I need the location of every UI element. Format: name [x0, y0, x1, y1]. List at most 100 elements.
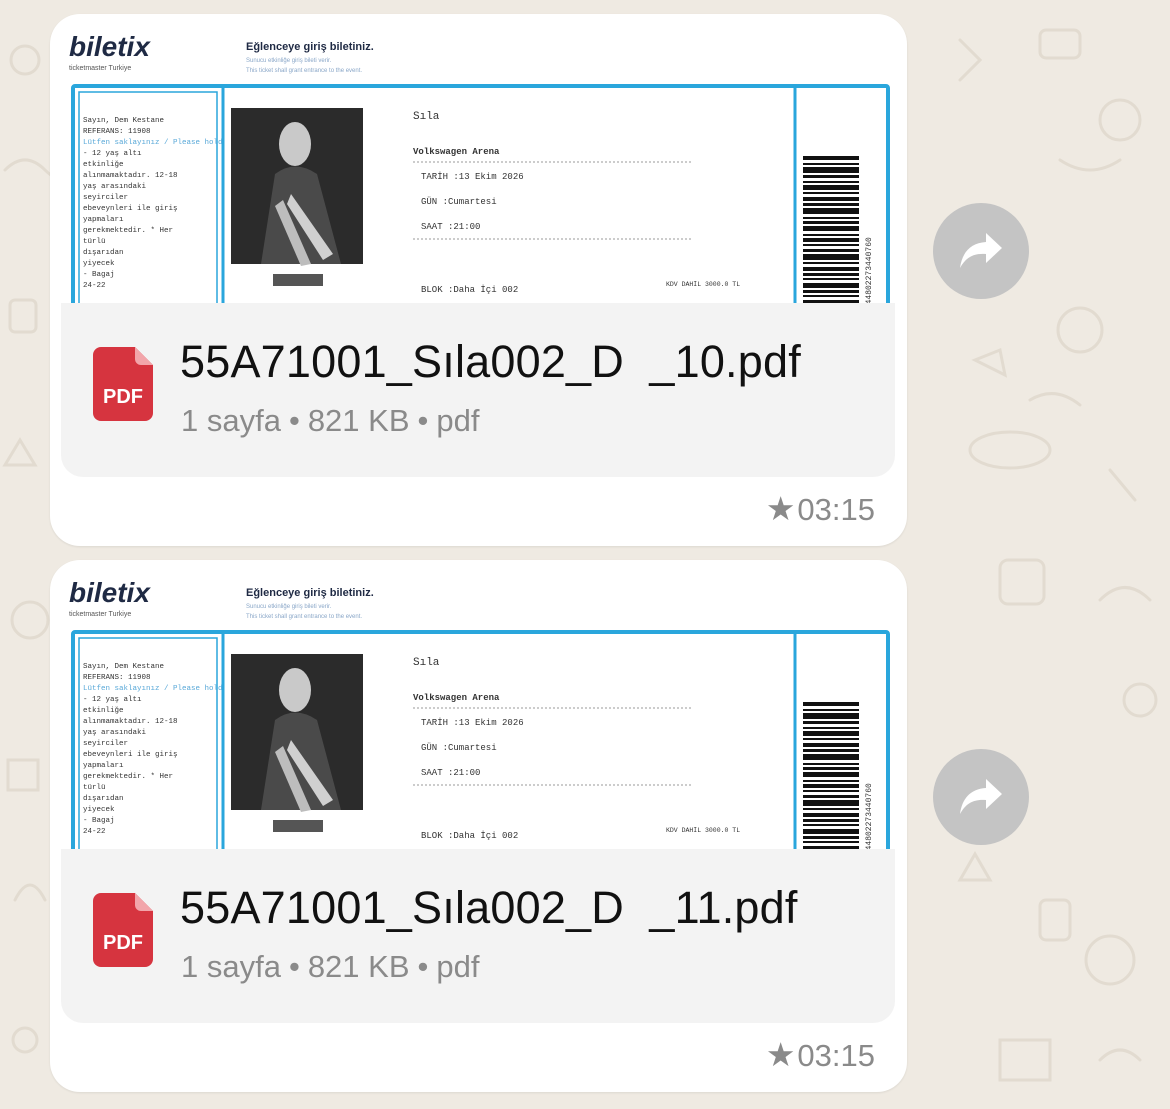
barcode-bar	[803, 709, 859, 711]
stub-line: Lütfen saklayınız / Please hold	[83, 139, 223, 147]
barcode-bar	[803, 767, 859, 770]
ticket-artist: Sıla	[413, 657, 440, 669]
barcode-bar	[803, 727, 859, 729]
star-icon: ★	[765, 1036, 796, 1073]
ticket-header: Eğlenceye giriş biletiniz.	[246, 587, 374, 599]
barcode-bar	[803, 772, 859, 777]
file-name: 55A71001_Sıla002_D _10.pdf	[180, 336, 801, 387]
barcode-bar	[803, 295, 859, 297]
stub-line: dışarıdan	[83, 249, 124, 257]
stub-line: 24-22	[83, 828, 106, 836]
barcode-bar	[803, 749, 859, 752]
pdf-icon-label: PDF	[103, 386, 143, 408]
barcode-bar	[803, 790, 859, 792]
stub-line: etkinliğe	[83, 161, 124, 169]
barcode-bar	[803, 819, 859, 822]
stub-line: 24-22	[83, 282, 106, 290]
ticket-price: KDV DAHİL 3000.0 TL	[666, 826, 740, 834]
stub-line: seyirciler	[83, 740, 128, 748]
stub-line: alınmamaktadır. 12-18	[83, 172, 178, 180]
pdf-file-icon: PDF	[93, 893, 153, 967]
barcode-bar	[803, 784, 859, 788]
stub-line: - Bagaj	[83, 271, 115, 279]
stub-line: REFERANS: 11908	[83, 128, 151, 136]
barcode-bar	[803, 763, 859, 765]
stub-line: yiyecek	[83, 260, 115, 268]
ticket-date: TARİH :13 Ekim 2026	[421, 717, 524, 728]
barcode-bar	[803, 836, 859, 839]
forward-button[interactable]	[933, 203, 1029, 299]
ticket-price: KDV DAHİL 3000.0 TL	[666, 280, 740, 288]
barcode-bar	[803, 702, 859, 706]
document-info-panel[interactable]: PDF 55A71001_Sıla002_D _10.pdf 1 sayfa • 8…	[61, 303, 895, 477]
stub-line: REFERANS: 11908	[83, 674, 151, 682]
barcode-bar	[803, 203, 859, 206]
stub-line: seyirciler	[83, 194, 128, 202]
file-size: 821 KB	[307, 403, 410, 438]
share-arrow-icon	[960, 779, 1002, 814]
barcode-bar	[803, 267, 859, 271]
stub-line: dışarıdan	[83, 795, 124, 803]
barcode-bar	[803, 829, 859, 834]
barcode-bar	[803, 238, 859, 242]
barcode-bar	[803, 163, 859, 165]
stub-line: Sayın, Dem Kestane	[83, 117, 164, 125]
stub-line: gerekmektedir. * Her	[83, 227, 173, 235]
biletix-logo: biletix	[69, 577, 151, 608]
share-arrow-icon	[960, 233, 1002, 268]
ticket-header-sub: Sunucu etkinliğe giriş bileti verir.	[246, 58, 332, 64]
stub-line: yaş arasındaki	[83, 729, 147, 737]
barcode-bar	[803, 262, 859, 264]
document-info-panel[interactable]: PDF 55A71001_Sıla002_D _11.pdf 1 sayfa • 8…	[61, 849, 895, 1023]
ticket-image: biletix ticketmaster Turkiye Eğlenceye gir…	[61, 570, 895, 860]
stub-line: - 12 yaş altı	[83, 696, 142, 704]
barcode-bar	[803, 743, 859, 747]
barcode-bar	[803, 226, 859, 231]
barcode-bar	[803, 738, 859, 740]
barcode-bar	[803, 731, 859, 736]
barcode-bar	[803, 290, 859, 293]
stub-line: türlü	[83, 784, 106, 792]
stub-line: yiyecek	[83, 806, 115, 814]
barcode-bar	[803, 813, 859, 817]
barcode-bar	[803, 249, 859, 252]
barcode-bar	[803, 780, 859, 782]
stub-line: ebeveynleri ile giriş	[83, 205, 178, 213]
barcode-bar	[803, 721, 859, 724]
stub-line: ebeveynleri ile giriş	[83, 751, 178, 759]
pdf-preview-thumbnail[interactable]: biletix ticketmaster Turkiye Eğlenceye gir…	[61, 24, 895, 314]
pdf-preview-thumbnail[interactable]: biletix ticketmaster Turkiye Eğlenceye gir…	[61, 570, 895, 860]
barcode-bar	[803, 221, 859, 224]
message-bubble[interactable]: biletix ticketmaster Turkiye Eğlenceye gir…	[50, 560, 907, 1092]
message-bubble[interactable]: biletix ticketmaster Turkiye Eğlenceye gir…	[50, 14, 907, 546]
barcode-bar	[803, 175, 859, 178]
pdf-file-icon: PDF	[93, 347, 153, 421]
file-name: 55A71001_Sıla002_D _11.pdf	[180, 882, 798, 933]
barcode-bar	[803, 754, 859, 760]
stub-line: gerekmektedir. * Her	[83, 773, 173, 781]
forward-button[interactable]	[933, 749, 1029, 845]
stub-line: alınmamaktadır. 12-18	[83, 718, 178, 726]
ticket-venue: Volkswagen Arena	[413, 147, 500, 157]
ticket-day: GÜN :Cumartesi	[421, 742, 497, 753]
stub-line: etkinliğe	[83, 707, 124, 715]
brand-sub: ticketmaster Turkiye	[69, 611, 131, 618]
barcode-bar	[803, 824, 859, 826]
barcode-bar	[803, 217, 859, 219]
barcode-bar	[803, 197, 859, 201]
ticket-header-sub: This ticket shall grant entrance to the …	[246, 68, 362, 74]
message-timestamp: ★03:15	[766, 1035, 875, 1074]
ticket-hour: SAAT :21:00	[421, 768, 480, 778]
stub-line: yapmaları	[83, 216, 124, 224]
barcode-bar	[803, 192, 859, 194]
ticket-header-sub: Sunucu etkinliğe giriş bileti verir.	[246, 604, 332, 610]
stub-line: Sayın, Dem Kestane	[83, 663, 164, 671]
ticket-header-sub: This ticket shall grant entrance to the …	[246, 614, 362, 620]
ticket-header: Eğlenceye giriş biletiniz.	[246, 41, 374, 53]
biletix-logo: biletix	[69, 31, 151, 62]
ticket-image: biletix ticketmaster Turkiye Eğlenceye gir…	[61, 24, 895, 314]
ticket-date: TARİH :13 Ekim 2026	[421, 171, 524, 182]
page-count: 1 sayfa	[181, 403, 281, 438]
barcode-bar	[803, 273, 859, 276]
barcode-bar	[803, 234, 859, 236]
